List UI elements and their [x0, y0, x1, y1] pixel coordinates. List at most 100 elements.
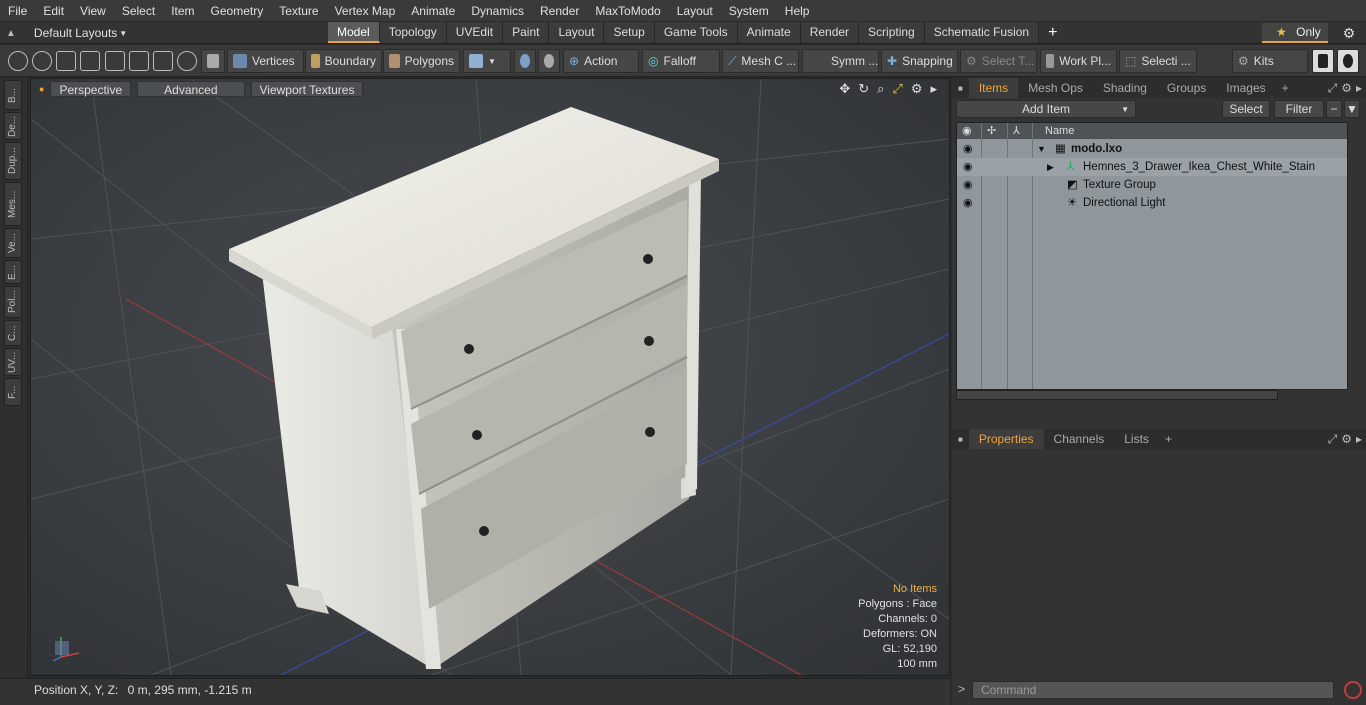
- left-tab-mesh[interactable]: Mes...: [4, 182, 22, 226]
- kits-button[interactable]: ⚙ Kits: [1232, 49, 1308, 73]
- tab-setup[interactable]: Setup: [604, 22, 655, 43]
- tab-lists[interactable]: Lists: [1114, 429, 1159, 449]
- viewport-settings-icon[interactable]: ⚙: [911, 81, 923, 97]
- menu-select[interactable]: Select: [114, 0, 163, 22]
- tab-properties[interactable]: Properties: [968, 429, 1044, 449]
- left-tab-fusion[interactable]: F...: [4, 378, 22, 406]
- viewport-textures-button[interactable]: Viewport Textures: [250, 81, 364, 97]
- brush-icon[interactable]: [80, 51, 100, 71]
- select-button[interactable]: Select: [1222, 100, 1270, 118]
- collapse-arrow-icon[interactable]: ▼: [1037, 140, 1046, 158]
- menu-vertex-map[interactable]: Vertex Map: [327, 0, 404, 22]
- pie-icon[interactable]: [177, 51, 197, 71]
- advanced-button[interactable]: Advanced: [137, 81, 245, 97]
- left-tab-polygon[interactable]: Pol...: [4, 286, 22, 318]
- menu-dynamics[interactable]: Dynamics: [463, 0, 532, 22]
- tree-row-directional-light[interactable]: ◉ ☀ Directional Light: [957, 194, 1347, 212]
- rotate-view-icon[interactable]: ↻: [858, 81, 869, 97]
- 3d-viewport[interactable]: ● Perspective Advanced Viewport Textures…: [30, 78, 950, 676]
- work-plane-button[interactable]: Work Pl...: [1040, 49, 1117, 73]
- symmetry-toggle-1[interactable]: [514, 49, 536, 73]
- tab-render[interactable]: Render: [800, 22, 860, 43]
- unreal-icon-button[interactable]: [1337, 49, 1359, 73]
- expand-panel-icon[interactable]: ⤢: [1328, 81, 1338, 96]
- tree-hscrollbar[interactable]: [956, 390, 1278, 400]
- left-tab-basic[interactable]: B...: [4, 80, 22, 110]
- fit-view-icon[interactable]: ⤢: [892, 81, 902, 97]
- tab-paint[interactable]: Paint: [503, 22, 550, 43]
- props-gear-icon[interactable]: ⚙: [1337, 432, 1356, 446]
- tab-mesh-ops[interactable]: Mesh Ops: [1018, 78, 1093, 98]
- menu-file[interactable]: File: [0, 0, 35, 22]
- tree-row-scene[interactable]: ◉ ▼ ▦ modo.lxo: [957, 140, 1347, 158]
- left-tab-duplicate[interactable]: Dup...: [4, 142, 22, 180]
- falloff-button[interactable]: ◎ Falloff: [642, 49, 720, 73]
- tab-schematic-fusion[interactable]: Schematic Fusion: [924, 22, 1040, 43]
- tab-layout[interactable]: Layout: [549, 22, 605, 43]
- funnel-button[interactable]: ▼: [1344, 100, 1360, 118]
- square-icon[interactable]: [153, 51, 173, 71]
- tab-topology[interactable]: Topology: [379, 22, 447, 43]
- filter-button[interactable]: Filter: [1274, 100, 1324, 118]
- menu-layout[interactable]: Layout: [669, 0, 721, 22]
- symmetry-button[interactable]: Symm ...: [802, 49, 879, 73]
- menu-edit[interactable]: Edit: [35, 0, 72, 22]
- tab-model[interactable]: Model: [328, 22, 380, 43]
- left-tab-deform[interactable]: De...: [4, 112, 22, 140]
- tab-game-tools[interactable]: Game Tools: [654, 22, 738, 43]
- globe-icon[interactable]: [32, 51, 52, 71]
- move-view-icon[interactable]: ✥: [839, 81, 850, 97]
- pen-icon[interactable]: [56, 51, 76, 71]
- tree-row-mesh[interactable]: ◉ ▶ ⅄ Hemnes_3_Drawer_Ikea_Chest_White_S…: [957, 158, 1347, 176]
- add-tab-button[interactable]: +: [1039, 22, 1066, 43]
- collapse-button[interactable]: −: [1326, 100, 1342, 118]
- tab-groups[interactable]: Groups: [1157, 78, 1216, 98]
- tab-images[interactable]: Images: [1216, 78, 1275, 98]
- eye-icon[interactable]: ◉: [963, 176, 975, 194]
- menu-geometry[interactable]: Geometry: [203, 0, 272, 22]
- material-button[interactable]: ▼: [463, 49, 511, 73]
- eye-icon[interactable]: ◉: [963, 194, 975, 212]
- gear-icon[interactable]: ⚙: [1340, 24, 1358, 42]
- layouts-dropdown[interactable]: ▲ Default Layouts ▼: [6, 22, 127, 44]
- panel-arrow-icon[interactable]: ▸: [1356, 81, 1366, 95]
- viewport-expand-icon[interactable]: ▸: [930, 81, 937, 97]
- vertices-button[interactable]: Vertices: [227, 49, 304, 73]
- modo-icon-button[interactable]: [1312, 49, 1334, 73]
- panel-menu-dot-icon[interactable]: ■: [952, 84, 969, 93]
- add-props-tab-button[interactable]: +: [1159, 432, 1178, 446]
- menu-item[interactable]: Item: [163, 0, 202, 22]
- panel-gear-icon[interactable]: ⚙: [1337, 81, 1356, 95]
- tree-row-texture-group[interactable]: ◉ ◩ Texture Group: [957, 176, 1347, 194]
- selection-sets-button[interactable]: ⬚ Selecti ...: [1119, 49, 1197, 73]
- viewport-menu-dot-icon[interactable]: ●: [39, 84, 44, 94]
- grid-icon[interactable]: [129, 51, 149, 71]
- record-macro-icon[interactable]: [1344, 681, 1362, 699]
- zoom-view-icon[interactable]: ⌕: [877, 81, 884, 97]
- menu-help[interactable]: Help: [777, 0, 818, 22]
- menu-animate[interactable]: Animate: [403, 0, 463, 22]
- name-column-header[interactable]: Name: [1045, 123, 1074, 139]
- expand-props-icon[interactable]: ⤢: [1328, 432, 1338, 447]
- expand-arrow-icon[interactable]: ▶: [1047, 158, 1054, 176]
- props-arrow-icon[interactable]: ▸: [1356, 432, 1366, 446]
- only-toggle[interactable]: ★ Only: [1262, 23, 1328, 43]
- tab-shading[interactable]: Shading: [1093, 78, 1157, 98]
- select-through-button[interactable]: ⚙ Select T...: [960, 49, 1037, 73]
- left-tab-vertex[interactable]: Ve...: [4, 228, 22, 258]
- add-item-button[interactable]: Add Item ▼: [956, 100, 1136, 118]
- menu-system[interactable]: System: [721, 0, 777, 22]
- mesh-constraint-button[interactable]: ⟋ Mesh C ...: [722, 49, 799, 73]
- item-mode-button[interactable]: [201, 49, 225, 73]
- eye-icon[interactable]: ◉: [963, 158, 975, 176]
- snapping-button[interactable]: ✚ Snapping: [881, 49, 958, 73]
- tab-channels[interactable]: Channels: [1044, 429, 1115, 449]
- align-icon[interactable]: [105, 51, 125, 71]
- tab-items[interactable]: Items: [968, 78, 1019, 98]
- menu-render[interactable]: Render: [532, 0, 587, 22]
- left-tab-curve[interactable]: C...: [4, 320, 22, 346]
- command-input[interactable]: Command: [972, 681, 1334, 699]
- polygons-button[interactable]: Polygons: [383, 49, 460, 73]
- select-circle-icon[interactable]: [8, 51, 28, 71]
- perspective-button[interactable]: Perspective: [50, 81, 132, 97]
